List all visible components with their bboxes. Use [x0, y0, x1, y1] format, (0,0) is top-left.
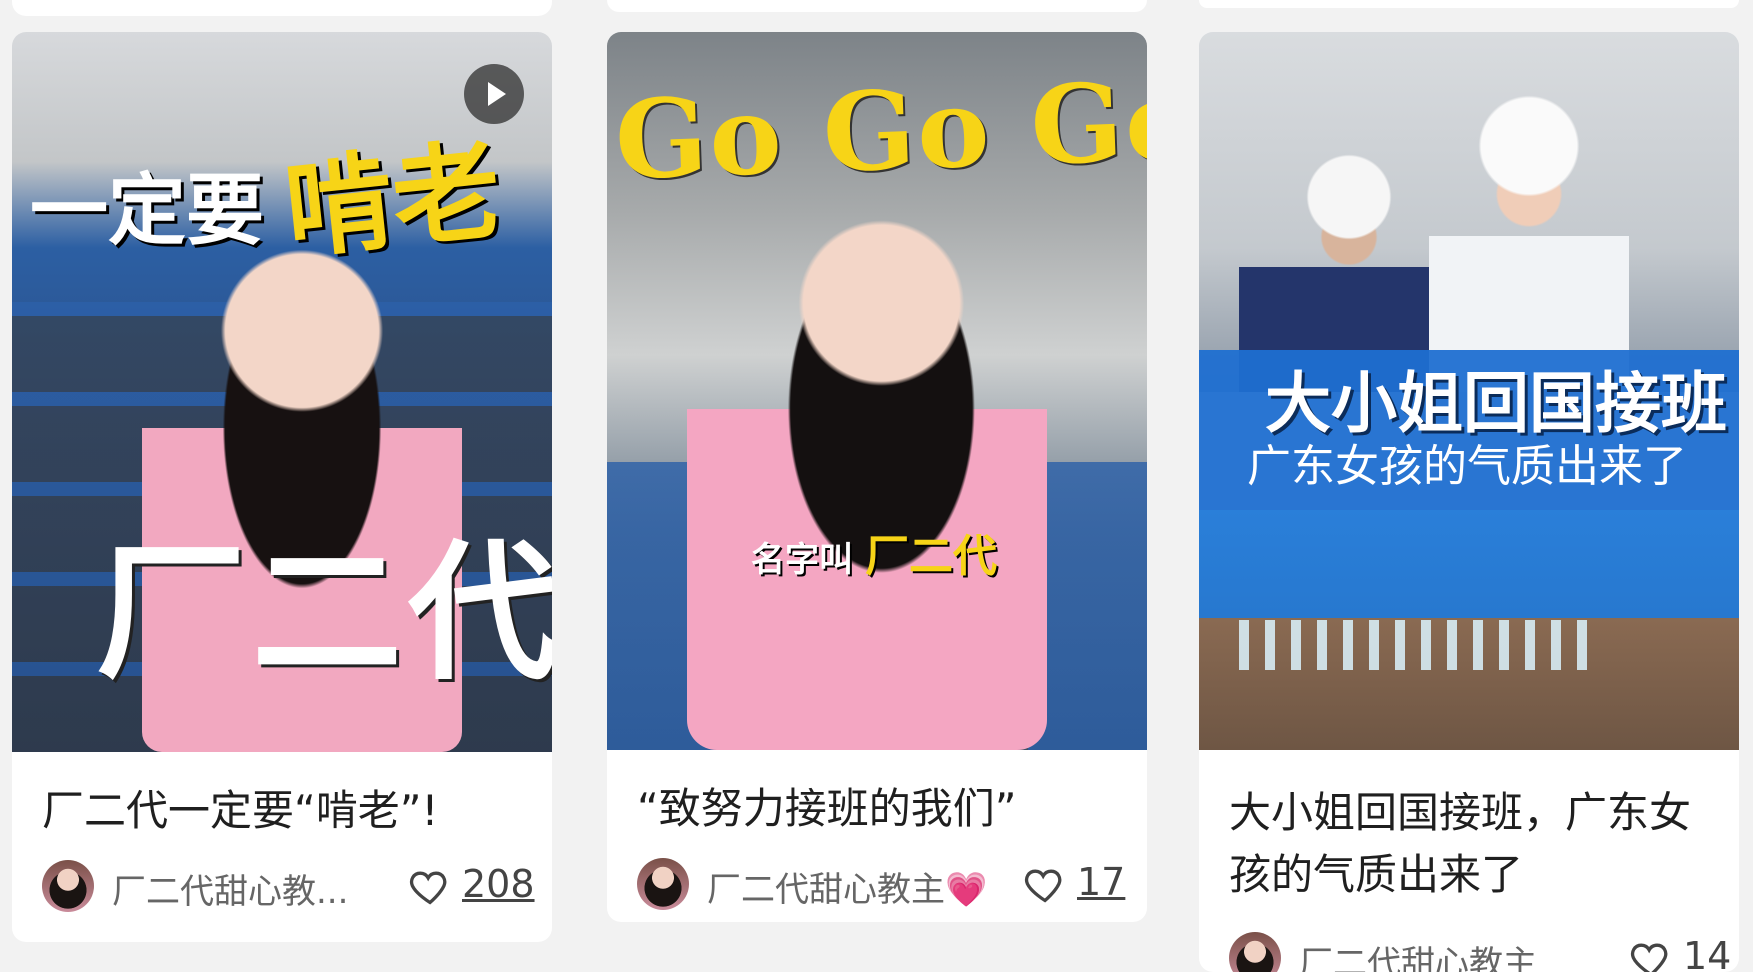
like-count[interactable]: 14	[1683, 934, 1731, 972]
author-name[interactable]: 厂二代甜心教主💗	[707, 862, 997, 911]
overlay-text-2: 啃老	[279, 128, 507, 275]
overlay-text-3: 厂二代	[865, 531, 997, 582]
heart-outline-icon[interactable]	[1023, 862, 1067, 906]
previous-card-bottom[interactable]	[1199, 0, 1739, 8]
factory-scene	[1199, 32, 1739, 392]
overlay-text-1: 一定要	[30, 166, 265, 256]
feed-card[interactable]: 大小姐回国接班 广东女孩的气质出来了 大小姐回国接班，广东女孩的气质出来了 厂二…	[1199, 32, 1739, 972]
overlay-text-3: 厂二代	[96, 527, 552, 701]
avatar[interactable]	[637, 858, 689, 910]
like-count[interactable]: 208	[462, 862, 535, 906]
card-title[interactable]: 大小姐回国接班，广东女孩的气质出来了	[1229, 782, 1713, 906]
card-cover-image[interactable]: 大小姐回国接班 广东女孩的气质出来了	[1199, 32, 1739, 750]
overlay-text-1: Go Go Go	[612, 57, 1147, 205]
card-meta: 厂二代甜心教主💗 17	[637, 858, 1125, 914]
card-meta: 厂二代甜心教... 208	[42, 860, 535, 916]
meeting-scene	[1199, 510, 1739, 750]
previous-card-bottom[interactable]	[607, 0, 1147, 12]
heart-outline-icon[interactable]	[408, 864, 452, 908]
previous-card-bottom[interactable]	[12, 0, 552, 16]
overlay-text-2: 广东女孩的气质出来了	[1247, 441, 1687, 492]
author-name[interactable]: 厂二代甜心教主	[1299, 936, 1589, 972]
avatar[interactable]	[1229, 932, 1281, 972]
play-icon[interactable]	[464, 64, 524, 124]
bottles-decor	[1239, 620, 1599, 670]
card-title[interactable]: 厂二代一定要“啃老”!	[42, 780, 526, 842]
heart-outline-icon[interactable]	[1629, 936, 1673, 972]
card-meta: 厂二代甜心教主 14	[1229, 932, 1731, 972]
woman-figure	[1429, 92, 1629, 392]
author-name[interactable]: 厂二代甜心教...	[112, 864, 382, 913]
feed-card[interactable]: 一定要 啃老 厂二代 厂二代一定要“啃老”! 厂二代甜心教... 208	[12, 32, 552, 942]
person-figure	[687, 162, 1047, 750]
like-count[interactable]: 17	[1077, 860, 1125, 904]
overlay-text-2: 名字叫	[751, 540, 853, 580]
avatar[interactable]	[42, 860, 94, 912]
card-title[interactable]: “致努力接班的我们”	[637, 778, 1121, 840]
feed-card[interactable]: Go Go Go 名字叫 厂二代 “致努力接班的我们” 厂二代甜心教主💗 17	[607, 32, 1147, 922]
card-cover-image[interactable]: Go Go Go 名字叫 厂二代	[607, 32, 1147, 750]
card-cover-image[interactable]: 一定要 啃老 厂二代	[12, 32, 552, 752]
